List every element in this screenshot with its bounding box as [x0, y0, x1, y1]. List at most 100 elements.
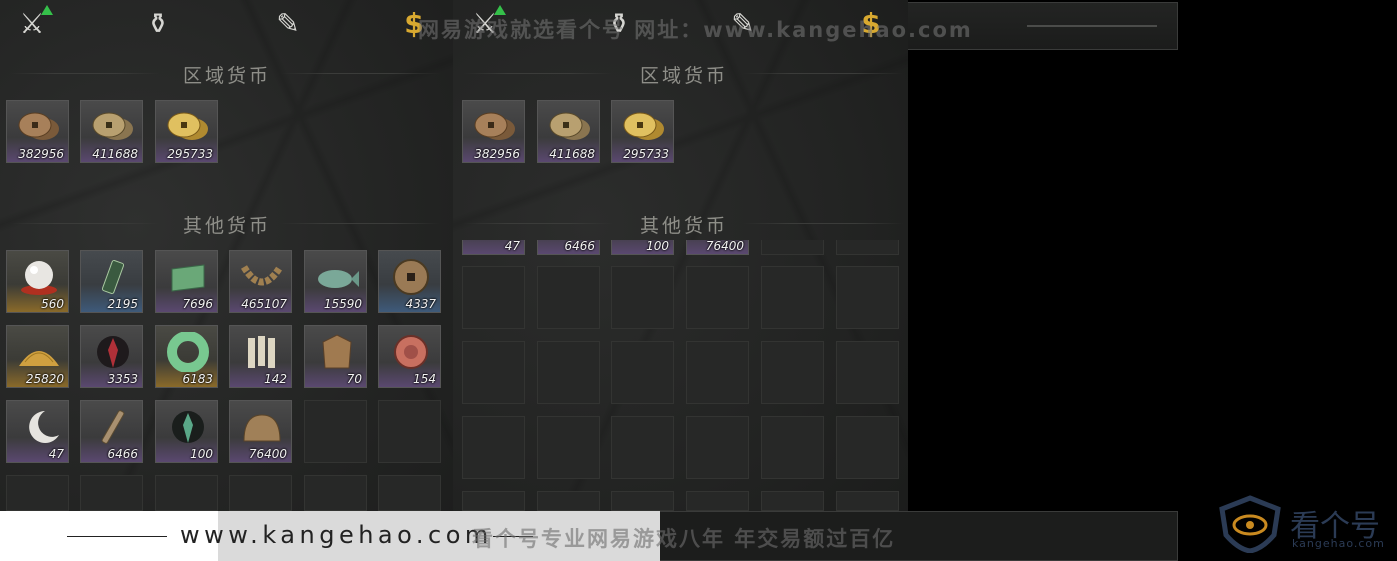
- empty-slot[interactable]: [686, 266, 749, 329]
- coin-string-icon: [240, 265, 284, 286]
- empty-slot[interactable]: [611, 491, 674, 511]
- currency-slot[interactable]: 295733: [155, 100, 218, 163]
- currency-slot[interactable]: 76400: [229, 400, 292, 463]
- red-medallion-icon: [394, 335, 428, 369]
- empty-slot[interactable]: [462, 416, 525, 479]
- scrolled-row-slot[interactable]: 76400: [686, 240, 749, 255]
- currency-slot[interactable]: 411688: [80, 100, 143, 163]
- currency-quantity: 295733: [623, 147, 669, 161]
- currency-slot[interactable]: 15590: [304, 250, 367, 313]
- currency-slot[interactable]: 47: [6, 400, 69, 463]
- empty-slot[interactable]: [836, 266, 899, 329]
- empty-slot[interactable]: [304, 400, 367, 463]
- section-title-other: 其他货币: [640, 215, 729, 237]
- empty-slot[interactable]: [537, 266, 600, 329]
- empty-slot[interactable]: [761, 491, 824, 511]
- currency-slot[interactable]: 7696: [155, 250, 218, 313]
- empty-slot[interactable]: [6, 475, 69, 511]
- currency-slot[interactable]: 100: [155, 400, 218, 463]
- empty-slot[interactable]: [462, 341, 525, 404]
- currency-quantity: 560: [41, 297, 64, 311]
- currency-slot[interactable]: 6466: [80, 400, 143, 463]
- currency-quantity: 47: [504, 240, 520, 253]
- currency-quantity: 76400: [248, 447, 287, 461]
- empty-slot: [836, 240, 899, 255]
- currency-quantity: 142: [264, 372, 287, 386]
- watermark-bottom: 看个号专业网易游戏八年 年交易额过百亿: [472, 527, 896, 551]
- empty-slot[interactable]: [229, 475, 292, 511]
- currency-slot[interactable]: 411688: [537, 100, 600, 163]
- empty-slot[interactable]: [537, 416, 600, 479]
- currency-quantity: 6466: [107, 447, 138, 461]
- gold-coins-icon: [167, 112, 208, 140]
- empty-slot[interactable]: [80, 475, 143, 511]
- scroll-icon[interactable]: ✎: [270, 6, 306, 42]
- money-bag-icon[interactable]: ⚱: [140, 6, 176, 42]
- watermark-top: 网易游戏就选看个号 网址：www.kangehao.com: [418, 18, 973, 42]
- empty-slot[interactable]: [611, 416, 674, 479]
- currency-quantity: 411688: [549, 147, 595, 161]
- currency-quantity: 15590: [323, 297, 362, 311]
- coin-sword-icon: [101, 410, 125, 444]
- currency-slot[interactable]: 295733: [611, 100, 674, 163]
- currency-slot: 47: [462, 240, 525, 255]
- bronze-plaque-icon: [322, 334, 352, 369]
- jade-token-icon: [101, 259, 125, 295]
- bronze-bell-icon: [243, 414, 281, 442]
- green-crystal-icon: [172, 411, 204, 443]
- strip-ornament: [1027, 25, 1157, 27]
- scrolled-row-slot[interactable]: 6466: [537, 240, 600, 255]
- empty-slot[interactable]: [686, 491, 749, 511]
- currency-slot[interactable]: 6183: [155, 325, 218, 388]
- red-crystal-icon: [97, 336, 129, 368]
- site-url: www.kangehao.com: [180, 521, 493, 549]
- currency-slot[interactable]: 465107: [229, 250, 292, 313]
- currency-quantity: 7696: [182, 297, 213, 311]
- jade-ring-icon: [167, 332, 209, 372]
- empty-slot: [761, 240, 824, 255]
- empty-slot[interactable]: [462, 491, 525, 511]
- empty-slot[interactable]: [836, 341, 899, 404]
- tab-bar: ⚔ ⚱ ✎ $: [0, 0, 453, 50]
- currency-slot[interactable]: 560: [6, 250, 69, 313]
- currency-slot: 100: [611, 240, 674, 255]
- currency-slot[interactable]: 3353: [80, 325, 143, 388]
- currency-slot[interactable]: 70: [304, 325, 367, 388]
- scrolled-row-slot[interactable]: 47: [462, 240, 525, 255]
- currency-slot[interactable]: 4337: [378, 250, 441, 313]
- empty-slot[interactable]: [462, 266, 525, 329]
- currency-slot[interactable]: 154: [378, 325, 441, 388]
- logo-url: kangehao.com: [1292, 537, 1385, 550]
- jade-fish-icon: [318, 270, 359, 288]
- currency-slot[interactable]: 382956: [6, 100, 69, 163]
- scrolled-row-slot[interactable]: [836, 240, 899, 255]
- currency-quantity: 4337: [405, 297, 436, 311]
- empty-slot[interactable]: [611, 266, 674, 329]
- empty-slot[interactable]: [836, 416, 899, 479]
- empty-slot[interactable]: [378, 400, 441, 463]
- crescent-moon-icon: [29, 411, 59, 443]
- empty-slot[interactable]: [761, 416, 824, 479]
- scrolled-row-slot[interactable]: [761, 240, 824, 255]
- currency-slot[interactable]: 2195: [80, 250, 143, 313]
- empty-slot[interactable]: [537, 491, 600, 511]
- empty-slot[interactable]: [155, 475, 218, 511]
- scrolled-row-slot[interactable]: 100: [611, 240, 674, 255]
- empty-slot[interactable]: [304, 475, 367, 511]
- empty-slot[interactable]: [761, 341, 824, 404]
- empty-slot[interactable]: [537, 341, 600, 404]
- currency-slot[interactable]: 142: [229, 325, 292, 388]
- empty-slot[interactable]: [761, 266, 824, 329]
- empty-slot[interactable]: [686, 416, 749, 479]
- empty-slot[interactable]: [378, 475, 441, 511]
- currency-quantity: 70: [346, 372, 362, 386]
- upgrade-arrow-icon: [41, 5, 53, 15]
- currency-quantity: 25820: [25, 372, 64, 386]
- currency-slot[interactable]: 25820: [6, 325, 69, 388]
- empty-slot[interactable]: [836, 491, 899, 511]
- empty-slot[interactable]: [611, 341, 674, 404]
- empty-slot[interactable]: [686, 341, 749, 404]
- currency-slot[interactable]: 382956: [462, 100, 525, 163]
- section-title-regional: 区域货币: [640, 65, 729, 87]
- bronze-coins-icon: [92, 112, 133, 140]
